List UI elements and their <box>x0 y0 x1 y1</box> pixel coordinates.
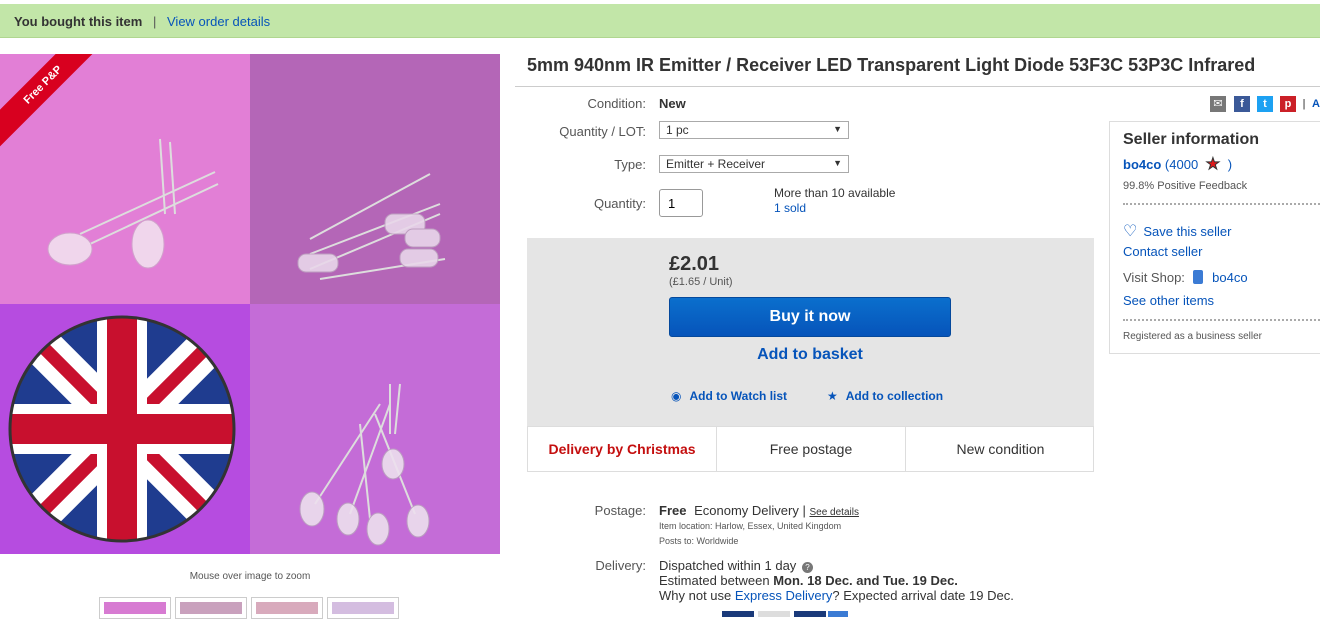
lot-select[interactable]: 1 pc ▼ <box>659 121 849 139</box>
image-tile-led-group <box>250 54 500 304</box>
quantity-input[interactable] <box>659 189 703 217</box>
visit-shop-line: Visit Shop: bo4co <box>1123 270 1248 285</box>
more-share-link[interactable]: A <box>1311 96 1320 112</box>
purchase-notice-bar: You bought this item | View order detail… <box>0 4 1320 38</box>
lot-selected-value: 1 pc <box>666 123 689 137</box>
buy-it-now-button[interactable]: Buy it now <box>669 297 951 337</box>
pinterest-share-icon[interactable]: p <box>1280 96 1296 112</box>
help-icon[interactable]: ? <box>801 562 813 573</box>
postage-line: Free Economy Delivery | See details <box>659 503 859 518</box>
see-details-link[interactable]: See details <box>809 507 858 518</box>
item-location: Item location: Harlow, Essex, United Kin… <box>659 521 842 531</box>
heart-icon: ♡ <box>1123 223 1138 240</box>
delivery-label: Delivery: <box>595 558 646 573</box>
dotted-divider <box>1123 319 1320 321</box>
collection-label: Add to collection <box>845 389 944 403</box>
add-to-watch-list-link[interactable]: ◉ Add to Watch list <box>671 389 787 403</box>
save-seller-label: Save this seller <box>1143 224 1232 239</box>
express-line: Why not use Express Delivery? Expected a… <box>659 588 1014 603</box>
payment-logos <box>722 611 862 617</box>
posts-to: Posts to: Worldwide <box>659 536 739 546</box>
new-condition-badge: New condition <box>956 441 1045 457</box>
thumbnail-4[interactable] <box>327 597 399 619</box>
seller-info-panel: Seller information bo4co (4000 ★ ) 99.8%… <box>1109 121 1320 354</box>
shop-icon <box>1192 270 1203 284</box>
free-postage-badge: Free postage <box>717 427 906 471</box>
watch-label: Add to Watch list <box>689 389 788 403</box>
dispatch-line: Dispatched within 1 day ? <box>659 558 813 573</box>
save-seller-link[interactable]: ♡ Save this seller <box>1123 221 1232 241</box>
dotted-divider <box>1123 203 1320 205</box>
condition-label: Condition: <box>587 96 646 111</box>
why-prefix: Why not use <box>659 588 732 603</box>
star-icon: ★ <box>827 389 838 403</box>
shop-name-link[interactable]: bo4co <box>1212 270 1247 285</box>
express-delivery-link[interactable]: Express Delivery <box>735 588 833 603</box>
estimate-dates: Mon. 18 Dec. and Tue. 19 Dec. <box>773 573 958 588</box>
thumbnail-1[interactable] <box>99 597 171 619</box>
seller-name-line: bo4co (4000 ★ ) <box>1123 154 1232 174</box>
postage-type: Economy Delivery | <box>694 503 806 518</box>
email-share-icon[interactable]: ✉ <box>1210 96 1226 112</box>
title-divider <box>515 86 1320 87</box>
dispatched-text: Dispatched within 1 day <box>659 558 797 573</box>
view-order-link[interactable]: View order details <box>167 14 270 29</box>
lot-label: Quantity / LOT: <box>559 124 646 139</box>
positive-feedback: 99.8% Positive Feedback <box>1123 180 1248 192</box>
feedback-star-icon: ★ <box>1205 156 1221 174</box>
registered-business-text: Registered as a business seller <box>1123 331 1262 342</box>
delivery-by-christmas: Delivery by Christmas <box>528 427 717 471</box>
payment-logo-1 <box>722 611 754 617</box>
notice-separator: | <box>153 14 157 29</box>
seller-username-link[interactable]: bo4co <box>1123 157 1161 172</box>
payment-logo-3 <box>794 611 826 617</box>
share-divider: | <box>1302 98 1306 110</box>
condition-value: New <box>659 96 686 111</box>
uk-flag-tile <box>0 304 250 554</box>
price: £2.01 <box>669 253 720 275</box>
thumbnail-3[interactable] <box>251 597 323 619</box>
see-other-items-link[interactable]: See other items <box>1123 293 1214 308</box>
seller-heading: Seller information <box>1123 131 1260 148</box>
dropdown-arrow-icon: ▼ <box>833 124 842 134</box>
unit-price: (£1.65 / Unit) <box>669 276 733 288</box>
quantity-label: Quantity: <box>593 196 646 211</box>
feedback-score-link[interactable]: (4000 <box>1165 157 1198 172</box>
eye-icon: ◉ <box>671 389 682 403</box>
add-to-basket-button[interactable]: Add to basket <box>669 346 951 364</box>
product-image[interactable]: Free P&P <box>0 54 500 555</box>
estimate-line: Estimated between Mon. 18 Dec. and Tue. … <box>659 573 958 588</box>
type-label: Type: <box>614 157 646 172</box>
facebook-share-icon[interactable]: f <box>1234 96 1250 112</box>
payment-logo-2 <box>758 611 790 617</box>
twitter-share-icon[interactable]: t <box>1257 96 1273 112</box>
listing-title: 5mm 940nm IR Emitter / Receiver LED Tran… <box>527 55 1256 75</box>
postage-label: Postage: <box>594 503 646 518</box>
postage-free: Free <box>659 503 687 518</box>
contact-seller-link[interactable]: Contact seller <box>1123 244 1202 259</box>
type-selected-value: Emitter + Receiver <box>666 157 766 171</box>
thumbnail-2[interactable] <box>175 597 247 619</box>
estimate-prefix: Estimated between <box>659 573 770 588</box>
dropdown-arrow-icon: ▼ <box>833 158 842 168</box>
why-suffix: ? Expected arrival date 19 Dec. <box>832 588 1014 603</box>
sold-count-link[interactable]: 1 sold <box>774 201 806 215</box>
type-select[interactable]: Emitter + Receiver ▼ <box>659 155 849 173</box>
add-to-collection-link[interactable]: ★ Add to collection <box>827 389 943 403</box>
bought-text: You bought this item <box>14 14 143 29</box>
feature-strip: Delivery by Christmas Free postage New c… <box>527 426 1094 472</box>
visit-shop-label: Visit Shop: <box>1123 270 1185 285</box>
payment-logo-4 <box>828 611 848 617</box>
zoom-hint: Mouse over image to zoom <box>189 571 311 582</box>
availability-text: More than 10 available <box>774 186 896 200</box>
image-tile-scattered-leds <box>250 304 500 554</box>
feedback-close: ) <box>1227 157 1233 172</box>
